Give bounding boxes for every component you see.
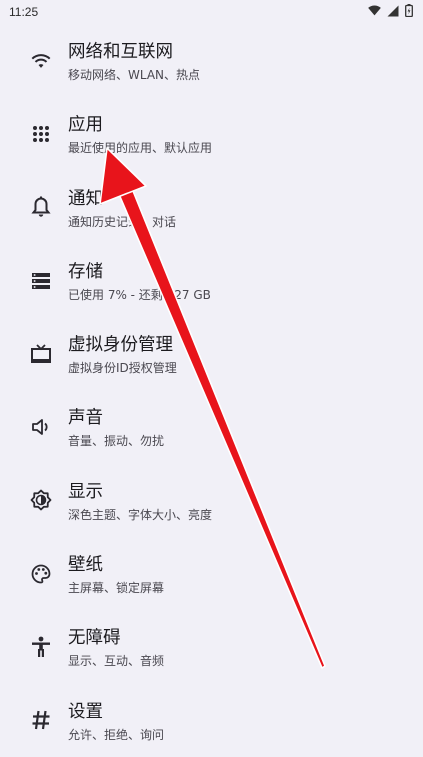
battery-icon	[405, 4, 413, 17]
settings-item-apps[interactable]: 应用 最近使用的应用、默认应用	[0, 97, 423, 170]
settings-item-display[interactable]: 显示 深色主题、字体大小、亮度	[0, 464, 423, 537]
settings-item-title: 无障碍	[68, 628, 121, 649]
settings-item-sound[interactable]: 声音 音量、振动、勿扰	[0, 390, 423, 463]
settings-item-subtitle: 显示、互动、音频	[68, 654, 165, 669]
settings-item-title: 设置	[68, 701, 103, 722]
speaker-icon	[29, 415, 53, 439]
wifi-signal-icon	[368, 5, 381, 16]
accessibility-icon	[29, 635, 53, 659]
apps-grid-icon	[29, 122, 53, 146]
brightness-icon	[29, 488, 53, 512]
settings-item-subtitle: 音量、振动、勿扰	[68, 434, 165, 449]
settings-item-title: 应用	[68, 115, 103, 136]
settings-item-virtual-identity[interactable]: 虚拟身份管理 虚拟身份ID授权管理	[0, 317, 423, 390]
tv-icon	[29, 342, 53, 366]
settings-item-permissions[interactable]: 设置 允许、拒绝、询问	[0, 684, 423, 757]
settings-item-accessibility[interactable]: 无障碍 显示、互动、音频	[0, 610, 423, 683]
storage-icon	[29, 269, 53, 293]
settings-item-subtitle: 允许、拒绝、询问	[68, 727, 165, 742]
bell-icon	[29, 195, 53, 219]
settings-item-storage[interactable]: 存储 已使用 7% - 还剩 127 GB	[0, 244, 423, 317]
hash-icon	[29, 708, 53, 732]
settings-item-subtitle: 深色主题、字体大小、亮度	[68, 507, 213, 522]
settings-item-title: 存储	[68, 261, 103, 282]
settings-item-title: 通知	[68, 188, 103, 209]
settings-item-title: 显示	[68, 481, 103, 502]
settings-item-network[interactable]: 网络和互联网 移动网络、WLAN、热点	[0, 24, 423, 97]
status-time: 11:25	[9, 5, 39, 19]
settings-list: 网络和互联网 移动网络、WLAN、热点 应用 最近使用的应用、默认应用 通知 通…	[0, 24, 423, 757]
settings-item-subtitle: 移动网络、WLAN、热点	[68, 68, 201, 82]
settings-item-notifications[interactable]: 通知 通知历史记录、对话	[0, 171, 423, 244]
settings-item-subtitle: 虚拟身份ID授权管理	[68, 361, 177, 376]
settings-item-wallpaper[interactable]: 壁纸 主屏幕、锁定屏幕	[0, 537, 423, 610]
settings-item-title: 声音	[68, 408, 103, 429]
settings-item-subtitle: 已使用 7% - 还剩 127 GB	[68, 287, 211, 302]
settings-item-title: 壁纸	[68, 555, 103, 576]
settings-item-title: 网络和互联网	[68, 42, 173, 62]
settings-item-title: 虚拟身份管理	[68, 335, 173, 356]
settings-item-subtitle: 通知历史记录、对话	[68, 214, 177, 229]
cell-signal-icon	[387, 5, 399, 16]
status-bar: 11:25	[0, 0, 423, 24]
settings-item-subtitle: 最近使用的应用、默认应用	[68, 141, 213, 156]
settings-item-subtitle: 主屏幕、锁定屏幕	[68, 581, 165, 596]
palette-icon	[29, 562, 53, 586]
wifi-icon	[29, 49, 53, 73]
status-icons	[368, 4, 413, 17]
